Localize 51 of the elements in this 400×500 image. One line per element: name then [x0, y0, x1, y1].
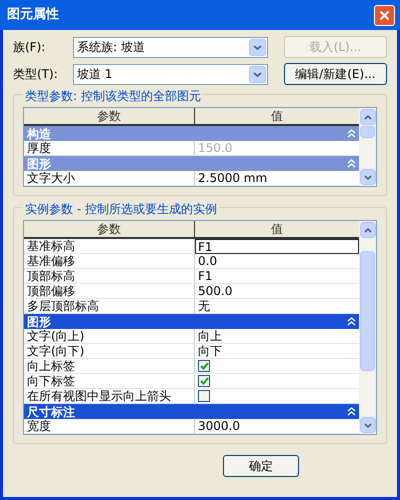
parameter-value: 无 [197, 299, 211, 313]
parameter-value: 向下 [197, 344, 223, 358]
parameter-name: 文字(向下) [24, 344, 195, 358]
parameter-name: 向下标签 [24, 374, 195, 388]
parameter-name: 基准偏移 [24, 254, 195, 268]
value-field[interactable]: F1 [195, 239, 359, 254]
group-header[interactable]: 图形 [24, 314, 359, 329]
scrollbar[interactable] [359, 108, 376, 186]
group-title: 类型参数: 控制该类型的全部图元 [23, 87, 203, 105]
parameter-value: F1 [197, 269, 214, 283]
parameter-name: 文字大小 [24, 171, 195, 185]
collapse-icon[interactable] [347, 129, 356, 138]
group-title: 实例参数 - 控制所选或要生成的实例 [23, 200, 219, 218]
parameter-name: 多层顶部标高 [24, 299, 195, 313]
parameter-value: 2.5000 mm [197, 171, 268, 185]
close-button[interactable] [374, 4, 395, 26]
collapse-icon[interactable] [347, 317, 356, 326]
scroll-up-button[interactable] [360, 109, 376, 125]
parameter-name: 向上标签 [24, 359, 195, 373]
dropdown[interactable]: 系统族: 坡道 [72, 36, 268, 58]
checkbox[interactable] [198, 390, 210, 402]
edit-new-button[interactable]: 编辑/新建(E)... [284, 63, 387, 85]
column-header: 参数 [24, 221, 195, 239]
field-label: 类型(T): [13, 66, 59, 83]
parameter-value: 0.0 [197, 254, 218, 268]
parameter-value: 150.0 [197, 141, 234, 155]
checkbox[interactable] [198, 375, 210, 387]
ok-button[interactable]: 确定 [223, 455, 299, 477]
parameter-name: 厚度 [24, 141, 195, 155]
collapse-icon[interactable] [347, 407, 356, 416]
scroll-down-button[interactable] [360, 417, 376, 433]
field-label: 族(F): [13, 39, 46, 56]
parameter-name: 文字(向上) [24, 329, 195, 343]
close-icon [379, 10, 390, 20]
scroll-up-button[interactable] [360, 222, 376, 238]
collapse-icon[interactable] [347, 159, 356, 168]
parameter-value: 3000.0 [197, 419, 241, 433]
window-title: 图元属性 [6, 6, 59, 24]
scrollbar[interactable] [359, 221, 376, 434]
parameter-name: 在所有视图中显示向上箭头 [24, 389, 195, 403]
parameter-value: 向上 [197, 329, 223, 343]
scroll-down-button[interactable] [360, 169, 376, 185]
scroll-thumb[interactable] [360, 251, 375, 371]
parameter-value: 500.0 [197, 284, 234, 298]
parameter-name: 宽度 [24, 419, 195, 433]
dropdown[interactable]: 坡道 1 [72, 64, 268, 84]
checkbox[interactable] [198, 360, 210, 372]
group-header[interactable]: 尺寸标注 [24, 404, 359, 419]
parameter-name: 顶部标高 [24, 269, 195, 283]
scroll-thumb[interactable] [360, 126, 375, 138]
parameter-name: 顶部偏移 [24, 284, 195, 298]
